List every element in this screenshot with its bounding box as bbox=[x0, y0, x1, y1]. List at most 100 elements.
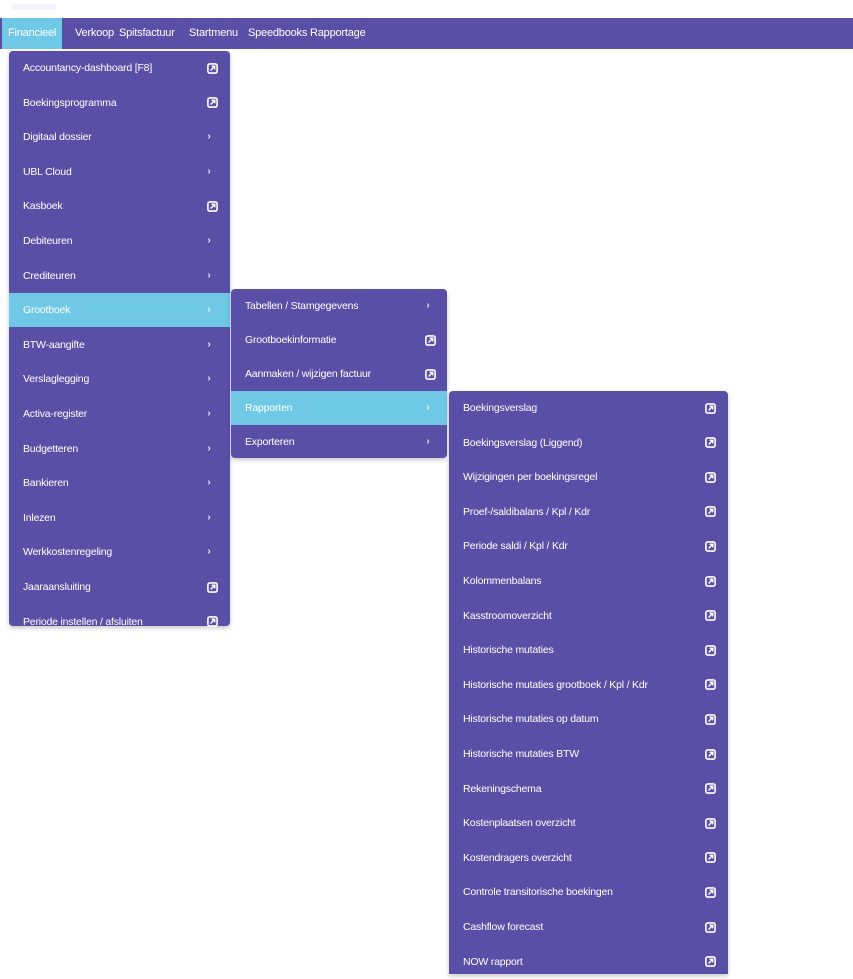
external-link-icon bbox=[206, 605, 218, 639]
external-link-icon bbox=[206, 51, 218, 85]
menu-item-label: Debiteuren bbox=[23, 235, 73, 247]
menu-item-rekeningschema[interactable]: Rekeningschema bbox=[449, 772, 728, 806]
external-link-icon bbox=[704, 426, 716, 460]
menu-item-controle-transitorische-boekingen[interactable]: Controle transitorische boekingen bbox=[449, 875, 728, 909]
topnav-startmenu[interactable]: Startmenu bbox=[183, 18, 244, 49]
menu-item-label: Kasstroomoverzicht bbox=[463, 609, 552, 622]
external-link-icon bbox=[704, 806, 716, 840]
menu-item-historische-mutaties-btw[interactable]: Historische mutaties BTW bbox=[449, 737, 728, 771]
menu-item-exporteren[interactable]: Exporteren › bbox=[231, 425, 447, 459]
external-link-icon bbox=[704, 772, 716, 806]
financieel-dropdown-menu: Accountancy-dashboard [F8] Boekingsprogra… bbox=[9, 51, 230, 628]
menu-item-werkkostenregeling[interactable]: Werkkostenregeling › bbox=[9, 535, 230, 569]
menu-item-historische-mutaties[interactable]: Historische mutaties bbox=[449, 633, 728, 667]
menu-item-kolommenbalans[interactable]: Kolommenbalans bbox=[449, 564, 728, 598]
menu-item-label: Periode saldi / Kpl / Kdr bbox=[463, 540, 568, 553]
menu-item-label: Historische mutaties bbox=[463, 644, 554, 657]
menu-item-label: Rekeningschema bbox=[463, 782, 542, 795]
external-link-icon bbox=[704, 702, 716, 736]
rapporten-submenu: Boekingsverslag Boekingsverslag (Liggend)… bbox=[449, 391, 728, 974]
chevron-right-icon: › bbox=[207, 165, 211, 177]
menu-item-kasstroomoverzicht[interactable]: Kasstroomoverzicht bbox=[449, 599, 728, 633]
menu-item-budgetteren[interactable]: Budgetteren › bbox=[9, 432, 230, 466]
menu-item-label: Historische mutaties grootboek / Kpl / K… bbox=[463, 678, 648, 691]
menu-item-boekingsprogramma[interactable]: Boekingsprogramma bbox=[9, 86, 230, 120]
chevron-right-icon: › bbox=[207, 511, 211, 523]
external-link-icon bbox=[206, 86, 218, 120]
chevron-right-icon: › bbox=[207, 546, 211, 558]
menu-item-periode-instellen-afsluiten[interactable]: Periode instellen / afsluiten bbox=[9, 605, 230, 639]
menu-item-now-rapport[interactable]: NOW rapport bbox=[449, 945, 728, 979]
menu-item-kostenplaatsen-overzicht[interactable]: Kostenplaatsen overzicht bbox=[449, 806, 728, 840]
menu-item-label: Aanmaken / wijzigen factuur bbox=[245, 368, 371, 380]
menu-item-label: Digitaal dossier bbox=[23, 131, 92, 144]
menu-item-label: UBL Cloud bbox=[23, 165, 72, 178]
menu-item-label: Controle transitorische boekingen bbox=[463, 886, 613, 899]
menu-item-label: Grootboek bbox=[23, 304, 71, 317]
menu-item-cashflow-forecast[interactable]: Cashflow forecast bbox=[449, 910, 728, 944]
menu-item-label: Boekingsprogramma bbox=[23, 96, 117, 109]
menu-item-historische-mutaties-grootboek-kpl-kdr[interactable]: Historische mutaties grootboek / Kpl / K… bbox=[449, 668, 728, 702]
menu-item-grootboekinformatie[interactable]: Grootboekinformatie bbox=[231, 323, 447, 357]
top-navigation-bar: Financieel Verkoop Spitsfactuur Startmen… bbox=[0, 18, 853, 49]
menu-item-label: Periode instellen / afsluiten bbox=[23, 615, 143, 628]
chevron-right-icon: › bbox=[207, 338, 211, 350]
external-link-icon bbox=[704, 668, 716, 702]
menu-item-proef-saldibalans-kpl-kdr[interactable]: Proef-/saldibalans / Kpl / Kdr bbox=[449, 495, 728, 529]
menu-item-kostendragers-overzicht[interactable]: Kostendragers overzicht bbox=[449, 841, 728, 875]
chevron-right-icon: › bbox=[426, 300, 430, 311]
menu-item-tabellen-stamgegevens[interactable]: Tabellen / Stamgegevens › bbox=[231, 289, 447, 323]
menu-item-label: Historische mutaties op datum bbox=[463, 713, 599, 726]
menu-item-ubl-cloud[interactable]: UBL Cloud › bbox=[9, 155, 230, 189]
menu-item-kasboek[interactable]: Kasboek bbox=[9, 189, 230, 223]
menu-item-verslaglegging[interactable]: Verslaglegging › bbox=[9, 362, 230, 396]
chevron-right-icon: › bbox=[207, 442, 211, 454]
menu-item-accountancy-dashboard-f8[interactable]: Accountancy-dashboard [F8] bbox=[9, 51, 230, 85]
menu-item-label: BTW-aangifte bbox=[23, 338, 85, 351]
menu-item-digitaal-dossier[interactable]: Digitaal dossier › bbox=[9, 120, 230, 154]
chevron-right-icon: › bbox=[207, 477, 211, 489]
chevron-right-icon: › bbox=[207, 235, 211, 246]
menu-item-historische-mutaties-op-datum[interactable]: Historische mutaties op datum bbox=[449, 702, 728, 736]
external-link-icon bbox=[704, 633, 716, 667]
menu-item-periode-saldi-kpl-kdr[interactable]: Periode saldi / Kpl / Kdr bbox=[449, 529, 728, 563]
menu-item-bankieren[interactable]: Bankieren › bbox=[9, 466, 230, 500]
menu-item-label: Wijzigingen per boekingsregel bbox=[463, 471, 598, 484]
external-link-icon bbox=[704, 564, 716, 598]
menu-item-wijzigingen-per-boekingsregel[interactable]: Wijzigingen per boekingsregel bbox=[449, 460, 728, 494]
menu-item-label: Historische mutaties BTW bbox=[463, 748, 579, 760]
menu-item-label: Crediteuren bbox=[23, 269, 76, 282]
menu-item-label: Kolommenbalans bbox=[463, 575, 542, 587]
menu-item-debiteuren[interactable]: Debiteuren › bbox=[9, 224, 230, 258]
menu-item-grootboek[interactable]: Grootboek › bbox=[9, 293, 230, 328]
topnav-speedbooks-rapportage[interactable]: Speedbooks Rapportage bbox=[242, 18, 372, 49]
topnav-spitsfactuur[interactable]: Spitsfactuur bbox=[113, 18, 181, 49]
menu-item-label: Inlezen bbox=[23, 511, 56, 524]
menu-item-label: Bankieren bbox=[23, 477, 69, 490]
menu-item-jaaraansluiting[interactable]: Jaaraansluiting bbox=[9, 570, 230, 604]
menu-item-label: Proef-/saldibalans / Kpl / Kdr bbox=[463, 505, 591, 518]
external-link-icon bbox=[704, 460, 716, 494]
menu-item-label: Budgetteren bbox=[23, 442, 79, 455]
chevron-right-icon: › bbox=[207, 304, 211, 316]
menu-item-btw-aangifte[interactable]: BTW-aangifte › bbox=[9, 328, 230, 362]
menu-item-rapporten[interactable]: Rapporten › bbox=[231, 391, 447, 425]
menu-item-label: Kostendragers overzicht bbox=[463, 851, 572, 864]
chevron-right-icon: › bbox=[426, 402, 430, 413]
chevron-right-icon: › bbox=[207, 408, 211, 419]
menu-item-activa-register[interactable]: Activa-register › bbox=[9, 397, 230, 431]
menu-item-label: Rapporten bbox=[245, 402, 293, 414]
menu-item-label: Exporteren bbox=[245, 436, 295, 448]
menu-item-label: NOW rapport bbox=[463, 955, 523, 968]
menu-item-crediteuren[interactable]: Crediteuren › bbox=[9, 259, 230, 293]
menu-item-boekingsverslag[interactable]: Boekingsverslag bbox=[449, 391, 728, 425]
topnav-financieel[interactable]: Financieel bbox=[2, 18, 63, 49]
menu-item-aanmaken-wijzigen-factuur[interactable]: Aanmaken / wijzigen factuur bbox=[231, 357, 447, 391]
grootboek-submenu: Tabellen / Stamgegevens › Grootboekinforma… bbox=[231, 289, 447, 458]
menu-item-boekingsverslag-liggend[interactable]: Boekingsverslag (Liggend) bbox=[449, 426, 728, 460]
chevron-right-icon: › bbox=[207, 373, 211, 385]
menu-item-label: Boekingsverslag (Liggend) bbox=[463, 436, 583, 449]
menu-item-inlezen[interactable]: Inlezen › bbox=[9, 501, 230, 535]
external-link-icon bbox=[704, 495, 716, 529]
external-link-icon bbox=[704, 910, 716, 944]
